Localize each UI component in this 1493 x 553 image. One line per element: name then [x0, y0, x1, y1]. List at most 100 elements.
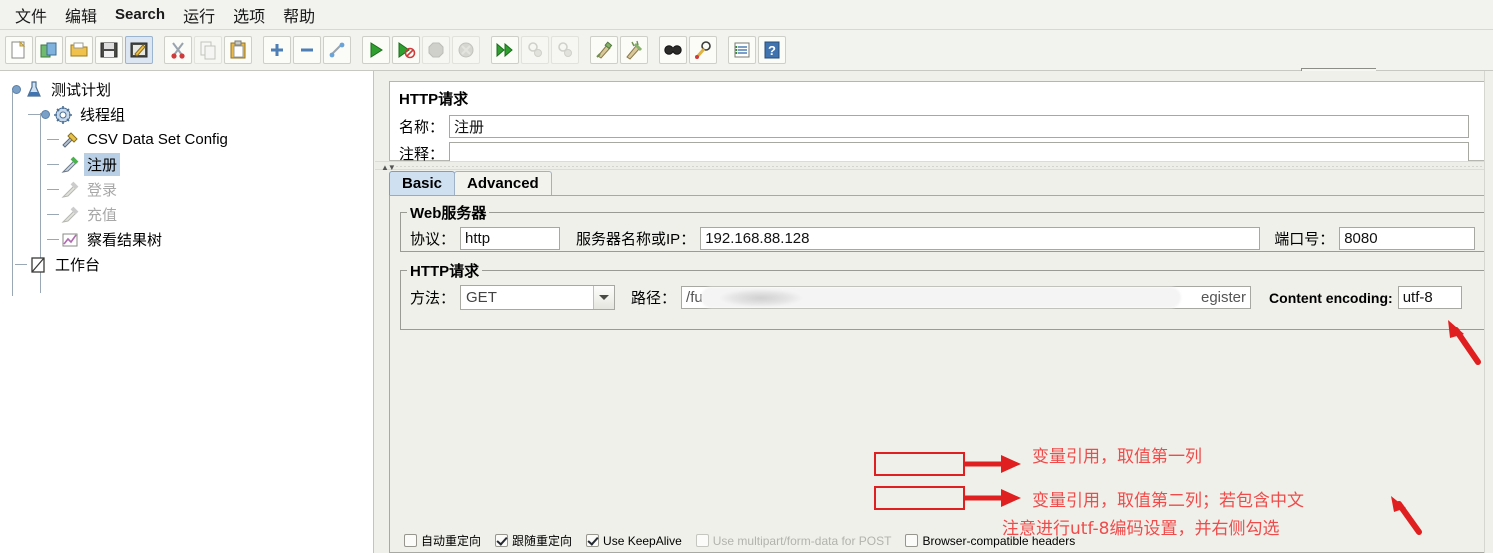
expand-all-button[interactable] — [263, 36, 291, 64]
clear-all-button[interactable] — [620, 36, 648, 64]
tree-node-thread-group[interactable]: 线程组 — [4, 102, 373, 127]
open-button[interactable] — [65, 36, 93, 64]
tree-node-label: 线程组 — [80, 107, 126, 124]
search-button[interactable] — [659, 36, 687, 64]
tree-expand-handle[interactable] — [12, 85, 21, 94]
menu-item-run[interactable]: 运行 — [174, 0, 224, 30]
paste-button[interactable] — [224, 36, 252, 64]
shutdown-button[interactable] — [452, 36, 480, 64]
clear-icon — [596, 41, 613, 59]
open-icon — [70, 42, 88, 57]
tree-node-register[interactable]: 注册 — [4, 152, 373, 177]
templates-button[interactable] — [35, 36, 63, 64]
clear-all-icon — [626, 40, 643, 60]
http-sampler-disabled-icon — [61, 181, 79, 198]
tree-elbow — [44, 152, 60, 177]
checkbox-box[interactable] — [495, 534, 509, 547]
checkbox-box[interactable] — [905, 534, 919, 547]
start-no-pauses-button[interactable] — [392, 36, 420, 64]
method-path-row: 方法： GET 路径： /fu egister Content encoding… — [401, 281, 1489, 310]
basic-tab-body: Web服务器 协议： 服务器名称或IP： 端口号： HTTP请求 方法： GET — [389, 195, 1493, 553]
protocol-input[interactable] — [460, 227, 561, 250]
chevron-down-icon[interactable] — [593, 286, 615, 309]
stop-remote-all-icon — [528, 42, 542, 57]
expand-all-icon — [271, 44, 283, 56]
server-label: 服务器名称或IP： — [576, 231, 696, 248]
port-label: 端口号： — [1274, 231, 1335, 248]
splitter-grip — [395, 165, 1487, 168]
tree-node-login[interactable]: 登录 — [4, 177, 373, 202]
port-input[interactable] — [1339, 227, 1476, 250]
collapse-all-button[interactable] — [293, 36, 321, 64]
clear-button[interactable] — [590, 36, 618, 64]
tree-node-workbench[interactable]: 工作台 — [4, 252, 373, 277]
stop-button[interactable] — [422, 36, 450, 64]
menu-bar: 文件 编辑 Search 运行 选项 帮助 — [0, 0, 1493, 30]
toggle-button[interactable] — [323, 36, 351, 64]
checkbox-box[interactable] — [586, 534, 600, 547]
content-encoding-label: Content encoding: — [1269, 289, 1393, 306]
shutdown-remote-all-button[interactable] — [551, 36, 579, 64]
sampler-tabs: Basic Advanced — [389, 171, 1493, 196]
view-results-tree-icon — [62, 233, 78, 246]
tree-node-recharge[interactable]: 充值 — [4, 202, 373, 227]
help-icon: ? — [764, 41, 780, 59]
name-input[interactable] — [449, 115, 1470, 138]
tree-expand-handle[interactable] — [41, 110, 50, 119]
start-button[interactable] — [362, 36, 390, 64]
tab-basic[interactable]: Basic — [389, 171, 456, 196]
tree-node-label: 充值 — [87, 207, 118, 224]
stop-remote-all-button[interactable] — [521, 36, 549, 64]
checkbox-follow-redirects[interactable]: 跟随重定向 — [495, 532, 572, 549]
search-icon — [664, 45, 682, 55]
menu-item-search[interactable]: Search — [106, 3, 174, 26]
paste-icon — [230, 40, 246, 59]
new-button[interactable] — [5, 36, 33, 64]
tree-node-label: 登录 — [87, 182, 118, 199]
test-plan-tree[interactable]: 测试计划 线程组 CSV Data Set Config 注册 登录 充值 察看… — [0, 71, 374, 553]
toggle-icon — [329, 42, 345, 58]
search-reset-button[interactable] — [689, 36, 717, 64]
menu-item-options[interactable]: 选项 — [224, 0, 274, 30]
tree-elbow — [44, 227, 60, 252]
start-remote-all-button[interactable] — [491, 36, 519, 64]
checkbox-use-keepalive[interactable]: Use KeepAlive — [586, 534, 682, 548]
checkbox-label: Use multipart/form-data for POST — [712, 533, 892, 548]
start-icon — [370, 42, 383, 58]
path-redaction-overlay — [701, 287, 1182, 308]
method-select[interactable]: GET — [460, 285, 616, 310]
shutdown-remote-all-icon — [558, 42, 572, 57]
menu-item-edit[interactable]: 编辑 — [56, 0, 106, 30]
web-server-legend: Web服务器 — [410, 205, 487, 222]
stop-icon — [428, 42, 444, 58]
name-label: 名称： — [399, 119, 445, 136]
help-button[interactable]: ? — [758, 36, 786, 64]
sampler-header-card: HTTP请求 名称： 注释： — [389, 81, 1493, 165]
http-sampler-icon — [61, 156, 79, 173]
save-as-button[interactable] — [125, 36, 153, 64]
tab-advanced[interactable]: Advanced — [454, 171, 552, 196]
collapse-all-icon — [301, 48, 313, 52]
menu-item-help[interactable]: 帮助 — [274, 0, 324, 30]
copy-button[interactable] — [194, 36, 222, 64]
cut-button[interactable] — [164, 36, 192, 64]
server-input[interactable] — [700, 227, 1261, 250]
checkbox-box[interactable] — [404, 534, 417, 547]
config-element-icon — [62, 131, 78, 148]
tree-node-label: 察看结果树 — [87, 232, 163, 249]
function-helper-button[interactable] — [728, 36, 756, 64]
content-encoding-input[interactable] — [1397, 286, 1462, 309]
checkbox-auto-redirect[interactable]: 自动重定向 — [404, 532, 481, 549]
http-request-group: HTTP请求 方法： GET 路径： /fu egister Content e… — [400, 260, 1490, 330]
right-panel-scrollbar[interactable] — [1484, 71, 1493, 553]
thread-group-icon — [54, 105, 72, 124]
checkbox-label: Use KeepAlive — [603, 533, 682, 548]
tree-node-csv-data-set-config[interactable]: CSV Data Set Config — [4, 127, 373, 152]
panel-splitter[interactable]: ▲▼ — [375, 161, 1493, 172]
menu-item-file[interactable]: 文件 — [6, 0, 56, 30]
tree-node-test-plan[interactable]: 测试计划 — [4, 77, 373, 102]
annotation-text-row1: 变量引用，取值第一列 — [1032, 447, 1202, 467]
tree-node-view-results-tree[interactable]: 察看结果树 — [4, 227, 373, 252]
save-button[interactable] — [95, 36, 123, 64]
tree-node-label: CSV Data Set Config — [87, 131, 228, 148]
